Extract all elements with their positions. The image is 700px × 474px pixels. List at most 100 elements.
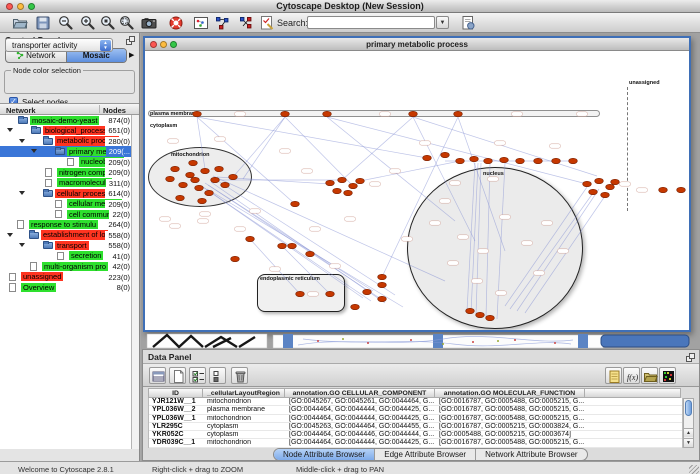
table-cell[interactable]: mitochondrion bbox=[204, 398, 286, 405]
graph-edge[interactable] bbox=[327, 117, 587, 184]
tree-row[interactable]: cellular metabo209(0) bbox=[0, 199, 132, 209]
graph-edge[interactable] bbox=[203, 187, 371, 301]
tree-row[interactable]: establishment of lo558(0) bbox=[0, 230, 132, 240]
matrix-view-icon[interactable] bbox=[659, 367, 676, 384]
tree-header[interactable]: Network Nodes bbox=[0, 103, 139, 115]
graph-node[interactable] bbox=[476, 312, 485, 317]
table-row[interactable]: YDR039C__1mitochondrion[GO:0044464, GO:0… bbox=[149, 439, 682, 447]
graph-node[interactable] bbox=[344, 190, 353, 195]
graph-node[interactable] bbox=[205, 190, 214, 195]
table-cell[interactable]: [GO:0016787, GO:0005215, GO:0003824, G..… bbox=[436, 423, 586, 430]
table-cell[interactable]: mitochondrion bbox=[204, 439, 286, 446]
tree-row[interactable]: nitrogen compo209(0) bbox=[0, 167, 132, 177]
graph-edge[interactable] bbox=[211, 182, 385, 303]
table-cell[interactable] bbox=[586, 423, 682, 430]
table-cell[interactable]: YPL036W__2 bbox=[149, 406, 204, 413]
column-header[interactable] bbox=[585, 388, 681, 398]
graph-edge[interactable] bbox=[207, 189, 403, 307]
table-cell[interactable]: [GO:0044464, GO:0044444, GO:0044425, G..… bbox=[286, 415, 436, 422]
tab-overflow-arrow[interactable]: ▶ bbox=[129, 51, 134, 59]
graph-node[interactable] bbox=[378, 282, 387, 287]
graph-node[interactable] bbox=[677, 187, 686, 192]
delete-attribute-icon[interactable] bbox=[231, 367, 248, 384]
graph-node[interactable] bbox=[186, 172, 195, 177]
table-row[interactable]: YPL036W__1mitochondrion[GO:0044464, GO:0… bbox=[149, 415, 682, 423]
table-row[interactable]: YLR295Ccytoplasm[GO:0045263, GO:0044464,… bbox=[149, 423, 682, 431]
graph-node[interactable] bbox=[278, 243, 287, 248]
network-graph[interactable] bbox=[145, 51, 689, 330]
expander-icon[interactable] bbox=[19, 191, 25, 195]
zoom-selected-icon[interactable] bbox=[119, 15, 136, 32]
table-cell[interactable]: [GO:0045263, GO:0044464, GO:0044455, G..… bbox=[286, 423, 436, 430]
table-cell[interactable]: plasma membrane bbox=[204, 406, 286, 413]
graph-node[interactable] bbox=[195, 185, 204, 190]
graph-canvas[interactable]: plasma membrane cytoplasm mitochondrion … bbox=[145, 51, 689, 330]
birds-eye-view-icon[interactable] bbox=[193, 15, 210, 32]
graph-node[interactable] bbox=[166, 176, 175, 181]
graph-node[interactable] bbox=[215, 166, 224, 171]
graph-node[interactable] bbox=[198, 198, 207, 203]
node-color-dropdown[interactable]: transporter activity ▲▼ bbox=[5, 38, 113, 52]
graph-node[interactable] bbox=[456, 158, 465, 163]
table-cell[interactable]: YLR295C bbox=[149, 423, 204, 430]
graph-node[interactable] bbox=[659, 187, 668, 192]
table-cell[interactable]: [GO:0044464, GO:0044444, GO:0044425, G..… bbox=[286, 439, 436, 446]
save-icon[interactable] bbox=[35, 15, 52, 32]
expander-icon[interactable] bbox=[31, 149, 37, 153]
tree-row[interactable]: response to stimulu264(0) bbox=[0, 219, 132, 229]
table-scrollbar[interactable]: ▲ ▼ bbox=[683, 398, 694, 448]
column-header[interactable]: annotation.GO CELLULAR_COMPONENT bbox=[285, 388, 435, 398]
zoom-fit-icon[interactable] bbox=[100, 15, 117, 32]
expander-icon[interactable] bbox=[19, 139, 25, 143]
graph-node[interactable] bbox=[221, 182, 230, 187]
graph-node[interactable] bbox=[189, 160, 198, 165]
graph-node[interactable] bbox=[356, 178, 365, 183]
graph-node[interactable] bbox=[326, 291, 335, 296]
zoom-out-icon[interactable] bbox=[58, 15, 75, 32]
graph-node[interactable] bbox=[349, 183, 358, 188]
scroll-down-icon[interactable]: ▼ bbox=[684, 438, 693, 447]
scrollbar-thumb[interactable] bbox=[685, 400, 692, 416]
graph-edge[interactable] bbox=[215, 179, 395, 295]
graph-edge[interactable] bbox=[510, 193, 593, 309]
resize-grip[interactable] bbox=[689, 465, 699, 474]
tree-row[interactable]: transport558(0) bbox=[0, 240, 132, 250]
tree-row[interactable]: multi-organism pro42(0) bbox=[0, 261, 132, 271]
tree-row[interactable]: mosaic-demo-yeast874(0) bbox=[0, 115, 132, 125]
window-titlebar[interactable]: Cytoscape Desktop (New Session) bbox=[0, 0, 700, 13]
graph-node[interactable] bbox=[423, 155, 432, 160]
graph-edge[interactable] bbox=[233, 117, 285, 177]
graph-node[interactable] bbox=[534, 158, 543, 163]
tree-row[interactable]: cellular process614(0) bbox=[0, 188, 132, 198]
graph-node[interactable] bbox=[486, 315, 495, 320]
table-cell[interactable]: [GO:0005488, GO:0005215, GO:0003674] bbox=[436, 431, 586, 438]
attribute-table-header[interactable]: ID_cellularLayoutRegionannotation.GO CEL… bbox=[148, 388, 683, 398]
graph-edge[interactable] bbox=[497, 163, 505, 319]
graph-edge[interactable] bbox=[525, 196, 605, 313]
table-cell[interactable]: [GO:0016787, GO:0005488, GO:0005215, G..… bbox=[436, 439, 586, 446]
layout-nodes-b-icon[interactable] bbox=[238, 15, 255, 32]
tree-row[interactable]: secretion41(0) bbox=[0, 251, 132, 261]
function-builder-icon[interactable]: f(x) bbox=[623, 367, 640, 384]
table-cell[interactable]: cytoplasm bbox=[204, 431, 286, 438]
graph-edge[interactable] bbox=[486, 163, 490, 317]
select-attributes-icon[interactable] bbox=[189, 367, 206, 384]
graph-node[interactable] bbox=[589, 189, 598, 194]
column-header[interactable]: _cellularLayoutRegion bbox=[203, 388, 285, 398]
graph-node[interactable] bbox=[466, 308, 475, 313]
notepad-icon[interactable] bbox=[605, 367, 622, 384]
search-input[interactable] bbox=[308, 17, 434, 28]
graph-node[interactable] bbox=[516, 158, 525, 163]
graph-node[interactable] bbox=[281, 111, 290, 116]
expander-icon[interactable] bbox=[19, 243, 25, 247]
graph-node[interactable] bbox=[409, 111, 418, 116]
graph-node[interactable] bbox=[193, 111, 202, 116]
graph-node[interactable] bbox=[441, 152, 450, 157]
graph-node[interactable] bbox=[338, 177, 347, 182]
table-cell[interactable]: [GO:0045267, GO:0045261, GO:0044464, G..… bbox=[286, 398, 436, 405]
graph-node[interactable] bbox=[611, 179, 620, 184]
table-row[interactable]: YJR121W__1mitochondrion[GO:0045267, GO:0… bbox=[149, 398, 682, 406]
graph-node[interactable] bbox=[378, 296, 387, 301]
tab-node-attribute-browser[interactable]: Node Attribute Browser bbox=[274, 449, 374, 460]
table-cell[interactable]: [GO:0044464, GO:0044446, GO:0044444, G..… bbox=[286, 431, 436, 438]
